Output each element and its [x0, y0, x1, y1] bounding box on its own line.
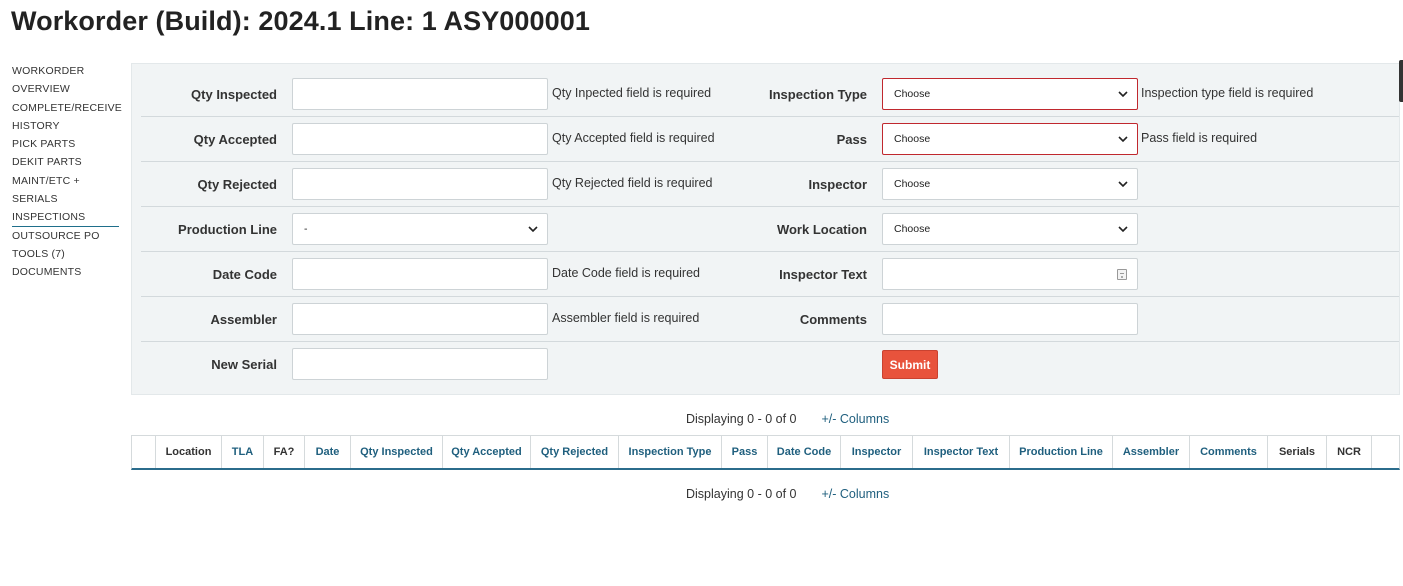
inspector-text-label: Inspector Text [779, 267, 867, 282]
row-divider [141, 296, 1399, 297]
inspector-label: Inspector [808, 177, 867, 192]
assembler-label: Assembler [210, 312, 277, 327]
date-code-hint: Date Code field is required [552, 266, 700, 280]
sidebar-item-history[interactable]: HISTORY [12, 117, 119, 135]
sidebar-item-documents[interactable]: DOCUMENTS [12, 263, 119, 281]
sidebar-item-maint-etc[interactable]: MAINT/ETC + [12, 172, 119, 190]
columns-toggle-link[interactable]: +/- Columns [821, 412, 889, 426]
column-header-ncr[interactable]: NCR [1327, 436, 1372, 468]
qty-rejected-input[interactable] [292, 168, 548, 200]
date-code-label: Date Code [212, 267, 277, 282]
new-serial-label: New Serial [211, 357, 277, 372]
pass-select[interactable]: Choose [882, 123, 1138, 155]
inspections-table-header: Location TLA FA? Date Qty Inspected Qty … [131, 435, 1400, 470]
pager-display-text: Displaying 0 - 0 of 0 [686, 412, 797, 426]
qty-rejected-label: Qty Rejected [197, 177, 277, 192]
work-location-select[interactable]: Choose [882, 213, 1138, 245]
column-header-qty-accepted[interactable]: Qty Accepted [443, 436, 531, 468]
sidebar-item-pick-parts[interactable]: PICK PARTS [12, 135, 119, 153]
qty-accepted-hint: Qty Accepted field is required [552, 131, 715, 145]
sidebar-item-serials[interactable]: SERIALS [12, 190, 119, 208]
column-header-comments[interactable]: Comments [1190, 436, 1268, 468]
qty-accepted-input[interactable] [292, 123, 548, 155]
row-divider [141, 116, 1399, 117]
comments-input[interactable] [882, 303, 1138, 335]
inspector-select[interactable]: Choose [882, 168, 1138, 200]
column-header-inspector[interactable]: Inspector [841, 436, 913, 468]
sidebar-item-overview[interactable]: OVERVIEW [12, 80, 119, 98]
pass-hint: Pass field is required [1141, 131, 1258, 145]
column-header-qty-rejected[interactable]: Qty Rejected [531, 436, 619, 468]
row-divider [141, 251, 1399, 252]
chevron-down-icon [1118, 181, 1128, 188]
qty-inspected-label: Qty Inspected [191, 87, 277, 102]
production-line-select[interactable]: - [292, 213, 548, 245]
scrollbar-handle[interactable] [1399, 60, 1403, 102]
assembler-hint: Assembler field is required [552, 311, 700, 325]
qty-inspected-hint: Qty Inpected field is required [552, 86, 712, 100]
chevron-down-icon [528, 226, 538, 233]
sidebar-item-outsource-po[interactable]: OUTSOURCE PO [12, 227, 119, 245]
chevron-down-icon [1118, 136, 1128, 143]
work-location-label: Work Location [776, 222, 867, 237]
row-divider [141, 206, 1399, 207]
sidebar-item-workorder[interactable]: WORKORDER [12, 62, 119, 80]
chevron-down-icon [1118, 226, 1128, 233]
submit-button[interactable]: Submit [882, 350, 938, 379]
work-location-value: Choose [894, 223, 931, 235]
pager-top: Displaying 0 - 0 of 0 +/- Columns [686, 412, 889, 426]
sidebar-item-tools[interactable]: TOOLS (7) [12, 245, 119, 263]
production-line-label: Production Line [178, 222, 277, 237]
column-header-serials[interactable]: Serials [1268, 436, 1327, 468]
column-header-pass[interactable]: Pass [722, 436, 768, 468]
sidebar-nav: WORKORDER OVERVIEW COMPLETE/RECEIVE HIST… [12, 62, 122, 282]
inspector-text-input[interactable] [882, 258, 1138, 290]
pager-display-text: Displaying 0 - 0 of 0 [686, 487, 797, 501]
table-select-column[interactable] [132, 436, 156, 468]
inspection-type-hint: Inspection type field is required [1141, 86, 1314, 100]
comments-label: Comments [799, 312, 867, 327]
assembler-input[interactable] [292, 303, 548, 335]
qty-rejected-hint: Qty Rejected field is required [552, 176, 713, 190]
pass-label: Pass [836, 132, 867, 147]
inspection-type-label: Inspection Type [769, 87, 867, 102]
inspection-type-value: Choose [894, 88, 931, 100]
date-code-input[interactable] [292, 258, 548, 290]
sidebar-item-dekit-parts[interactable]: DEKIT PARTS [12, 153, 119, 171]
column-header-location[interactable]: Location [156, 436, 222, 468]
column-header-inspector-text[interactable]: Inspector Text [913, 436, 1010, 468]
inspector-value: Choose [894, 178, 931, 190]
qty-accepted-label: Qty Accepted [193, 132, 277, 147]
chevron-down-icon [1118, 91, 1128, 98]
new-serial-input[interactable] [292, 348, 548, 380]
inspection-form-panel: Qty Inspected Qty Inpected field is requ… [131, 63, 1400, 395]
column-header-qty-inspected[interactable]: Qty Inspected [351, 436, 443, 468]
row-divider [141, 161, 1399, 162]
column-header-date-code[interactable]: Date Code [768, 436, 841, 468]
text-editor-icon[interactable] [1117, 269, 1127, 280]
production-line-value: - [304, 223, 308, 235]
column-header-production-line[interactable]: Production Line [1010, 436, 1113, 468]
column-header-fa[interactable]: FA? [264, 436, 305, 468]
column-header-inspection-type[interactable]: Inspection Type [619, 436, 722, 468]
pass-value: Choose [894, 133, 931, 145]
column-header-tla[interactable]: TLA [222, 436, 264, 468]
page-title: Workorder (Build): 2024.1 Line: 1 ASY000… [11, 6, 590, 36]
pager-bottom: Displaying 0 - 0 of 0 +/- Columns [686, 487, 889, 501]
row-divider [141, 341, 1399, 342]
qty-inspected-input[interactable] [292, 78, 548, 110]
sidebar-item-complete-receive[interactable]: COMPLETE/RECEIVE [12, 99, 122, 117]
sidebar-item-inspections[interactable]: INSPECTIONS [12, 208, 119, 227]
inspection-type-select[interactable]: Choose [882, 78, 1138, 110]
column-header-date[interactable]: Date [305, 436, 351, 468]
column-header-assembler[interactable]: Assembler [1113, 436, 1190, 468]
columns-toggle-link[interactable]: +/- Columns [821, 487, 889, 501]
